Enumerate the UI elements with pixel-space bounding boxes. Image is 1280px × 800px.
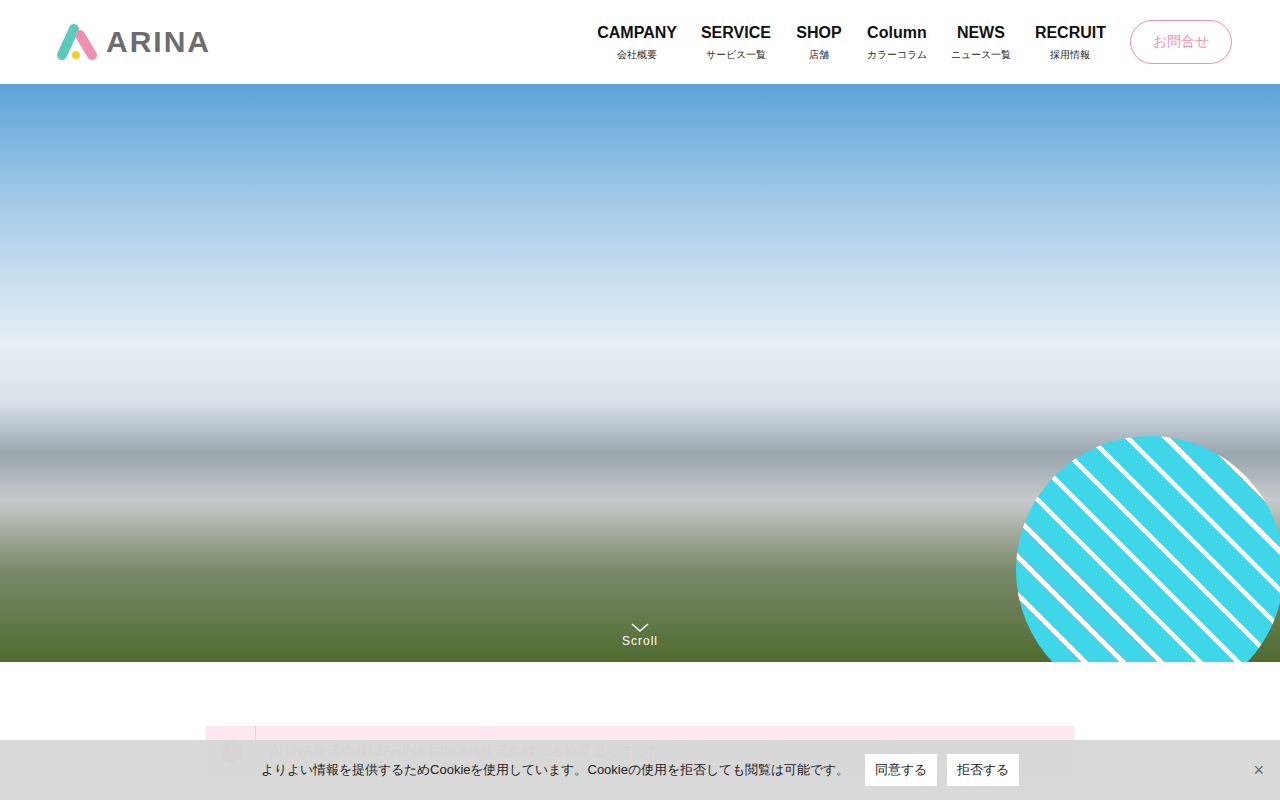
nav-label: CAMPANY bbox=[597, 22, 677, 44]
main-nav: CAMPANY 会社概要 SERVICE サービス一覧 SHOP 店舗 Column カラーコ… bbox=[585, 20, 1232, 64]
site-header: ARINA CAMPANY 会社概要 SERVICE サービス一覧 SHOP 店舗 Colum… bbox=[0, 0, 1280, 84]
nav-label: SERVICE bbox=[701, 22, 771, 44]
nav-sub: カラーコラム bbox=[867, 48, 927, 62]
nav-item[interactable]: RECRUIT 採用情報 bbox=[1023, 22, 1118, 62]
nav-item[interactable]: NEWS ニュース一覧 bbox=[939, 22, 1023, 62]
hero-image: Scroll bbox=[0, 84, 1280, 662]
nav-sub: ニュース一覧 bbox=[951, 48, 1011, 62]
logo[interactable]: ARINA bbox=[54, 21, 211, 63]
scroll-indicator[interactable]: Scroll bbox=[0, 622, 1280, 648]
close-icon[interactable]: × bbox=[1253, 760, 1264, 781]
contact-button[interactable]: お問合せ bbox=[1130, 20, 1232, 64]
nav-sub: 会社概要 bbox=[617, 48, 657, 62]
nav-item[interactable]: SERVICE サービス一覧 bbox=[689, 22, 783, 62]
logo-text: ARINA bbox=[106, 25, 211, 59]
nav-item[interactable]: CAMPANY 会社概要 bbox=[585, 22, 689, 62]
nav-item[interactable]: SHOP 店舗 bbox=[783, 22, 855, 62]
chevron-down-icon bbox=[630, 622, 650, 634]
nav-sub: 店舗 bbox=[809, 48, 829, 62]
nav-label: NEWS bbox=[957, 22, 1005, 44]
cookie-button[interactable]: 拒否する bbox=[947, 754, 1019, 786]
logo-mark-icon bbox=[54, 21, 100, 63]
scroll-text: Scroll bbox=[622, 634, 658, 648]
nav-label: Column bbox=[867, 22, 927, 44]
nav-label: SHOP bbox=[796, 22, 841, 44]
nav-label: RECRUIT bbox=[1035, 22, 1106, 44]
cookie-banner: よりよい情報を提供するためCookieを使用しています。Cookieの使用を拒否… bbox=[0, 740, 1280, 800]
nav-item[interactable]: Column カラーコラム bbox=[855, 22, 939, 62]
cookie-text: よりよい情報を提供するためCookieを使用しています。Cookieの使用を拒否… bbox=[261, 761, 849, 779]
nav-sub: 採用情報 bbox=[1050, 48, 1090, 62]
nav-sub: サービス一覧 bbox=[706, 48, 766, 62]
decor-circle bbox=[1016, 436, 1280, 662]
cookie-button[interactable]: 同意する bbox=[865, 754, 937, 786]
